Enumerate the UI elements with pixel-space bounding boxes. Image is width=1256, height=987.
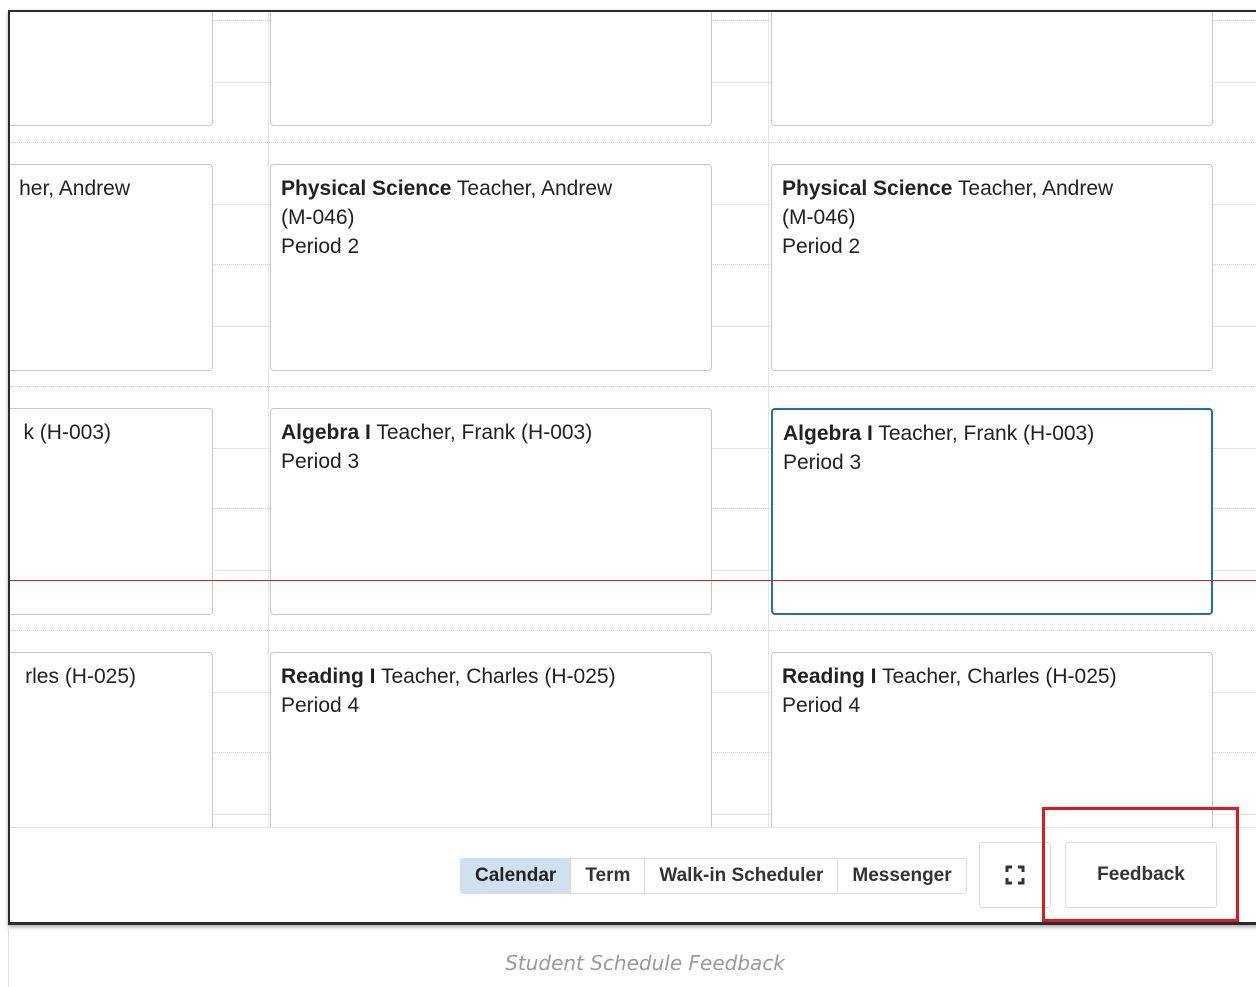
- event-block[interactable]: [771, 12, 1213, 126]
- tab-walk-in-scheduler[interactable]: Walk-in Scheduler: [645, 859, 839, 893]
- course-name: Physical Science: [281, 177, 452, 200]
- grid-line: [10, 630, 1256, 631]
- view-tabs: Calendar Term Walk-in Scheduler Messenge…: [460, 858, 967, 894]
- course-name: Algebra I: [783, 422, 873, 445]
- current-time-line: [10, 580, 1256, 581]
- teacher-name: Teacher, Andrew: [952, 177, 1114, 200]
- period-label: Period 3: [783, 451, 862, 474]
- period-label: Period 4: [281, 694, 360, 717]
- teacher-name: Teacher, Frank (H-003): [370, 421, 593, 444]
- event-algebra-clipped[interactable]: k (H-003): [10, 408, 213, 615]
- grid-line: [268, 12, 269, 827]
- event-reading-clipped[interactable]: rles (H-025): [10, 652, 213, 827]
- schedule-window: her, Andrew Physical Science Teacher, An…: [8, 10, 1256, 925]
- teacher-name: Teacher, Frank (H-003): [872, 422, 1095, 445]
- image-caption: Student Schedule Feedback: [505, 951, 785, 975]
- grid-line: [10, 386, 1256, 387]
- grid-line: [768, 12, 769, 827]
- event-algebra-selected[interactable]: Algebra I Teacher, Frank (H-003) Period …: [771, 408, 1213, 615]
- period-label: Period 2: [281, 235, 360, 258]
- event-text: k (H-003): [23, 421, 111, 444]
- course-name: Physical Science: [782, 177, 953, 200]
- course-name: Reading I: [782, 665, 877, 688]
- grid-line: [10, 142, 1256, 143]
- teacher-name: Teacher, Charles (H-025): [375, 665, 616, 688]
- event-text: her, Andrew: [19, 177, 130, 200]
- fullscreen-icon: [1005, 865, 1025, 885]
- event-text: rles (H-025): [25, 665, 136, 688]
- event-reading[interactable]: Reading I Teacher, Charles (H-025) Perio…: [270, 652, 712, 827]
- event-algebra[interactable]: Algebra I Teacher, Frank (H-003) Period …: [270, 408, 712, 615]
- event-physical-science-clipped[interactable]: her, Andrew: [10, 164, 213, 371]
- event-physical-science[interactable]: Physical Science Teacher, Andrew (M-046)…: [771, 164, 1213, 371]
- room: (M-046): [281, 206, 355, 229]
- event-reading[interactable]: Reading I Teacher, Charles (H-025) Perio…: [771, 652, 1213, 827]
- calendar-grid: her, Andrew Physical Science Teacher, An…: [10, 12, 1256, 827]
- tab-calendar[interactable]: Calendar: [461, 859, 572, 893]
- teacher-name: Teacher, Charles (H-025): [876, 665, 1117, 688]
- fullscreen-button[interactable]: [979, 842, 1051, 908]
- course-name: Reading I: [281, 665, 376, 688]
- tab-term[interactable]: Term: [571, 859, 646, 893]
- period-label: Period 2: [782, 235, 861, 258]
- teacher-name: Teacher, Andrew: [451, 177, 613, 200]
- course-name: Algebra I: [281, 421, 371, 444]
- period-label: Period 3: [281, 450, 360, 473]
- highlight-annotation: [1042, 807, 1239, 922]
- event-physical-science[interactable]: Physical Science Teacher, Andrew (M-046)…: [270, 164, 712, 371]
- period-label: Period 4: [782, 694, 861, 717]
- event-block[interactable]: [270, 12, 712, 126]
- room: (M-046): [782, 206, 856, 229]
- event-block[interactable]: [10, 12, 213, 126]
- tab-messenger[interactable]: Messenger: [838, 859, 966, 893]
